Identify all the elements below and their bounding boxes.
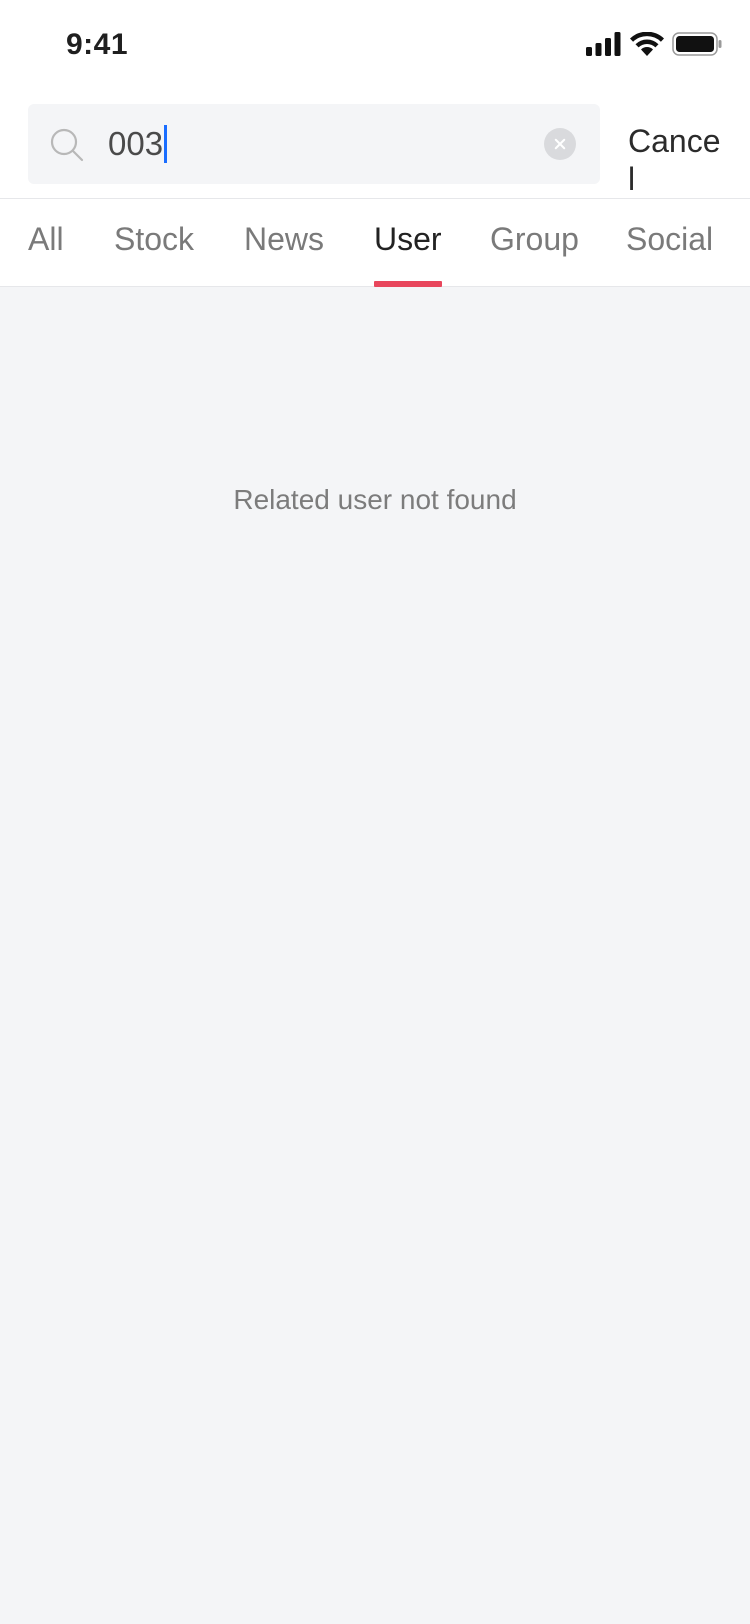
tab-all[interactable]: All xyxy=(28,221,64,258)
search-input-value: 003 xyxy=(108,125,164,162)
signal-icon xyxy=(586,32,621,56)
tab-news[interactable]: News xyxy=(244,221,324,258)
active-tab-indicator xyxy=(374,281,442,287)
empty-state-message: Related user not found xyxy=(233,484,517,515)
search-box[interactable]: 003 xyxy=(28,104,600,184)
tab-stock[interactable]: Stock xyxy=(114,221,194,258)
search-header: 003 Cancel xyxy=(0,96,750,199)
tab-bar: All Stock News User Group Social xyxy=(0,199,750,287)
tab-social[interactable]: Social xyxy=(626,221,713,258)
cancel-button[interactable]: Cancel xyxy=(628,122,724,198)
text-caret xyxy=(164,125,168,163)
wifi-icon xyxy=(630,32,664,56)
status-time: 9:41 xyxy=(66,28,129,61)
battery-icon xyxy=(672,32,722,56)
tab-user[interactable]: User xyxy=(374,221,442,258)
tab-group[interactable]: Group xyxy=(490,221,579,258)
search-icon xyxy=(50,128,84,162)
clear-icon[interactable] xyxy=(544,128,576,160)
search-input[interactable]: 003 xyxy=(108,124,528,164)
status-bar: 9:41 xyxy=(0,0,750,96)
search-screen: 9:41 003 Cancel All Stock News User Grou… xyxy=(0,0,750,1624)
